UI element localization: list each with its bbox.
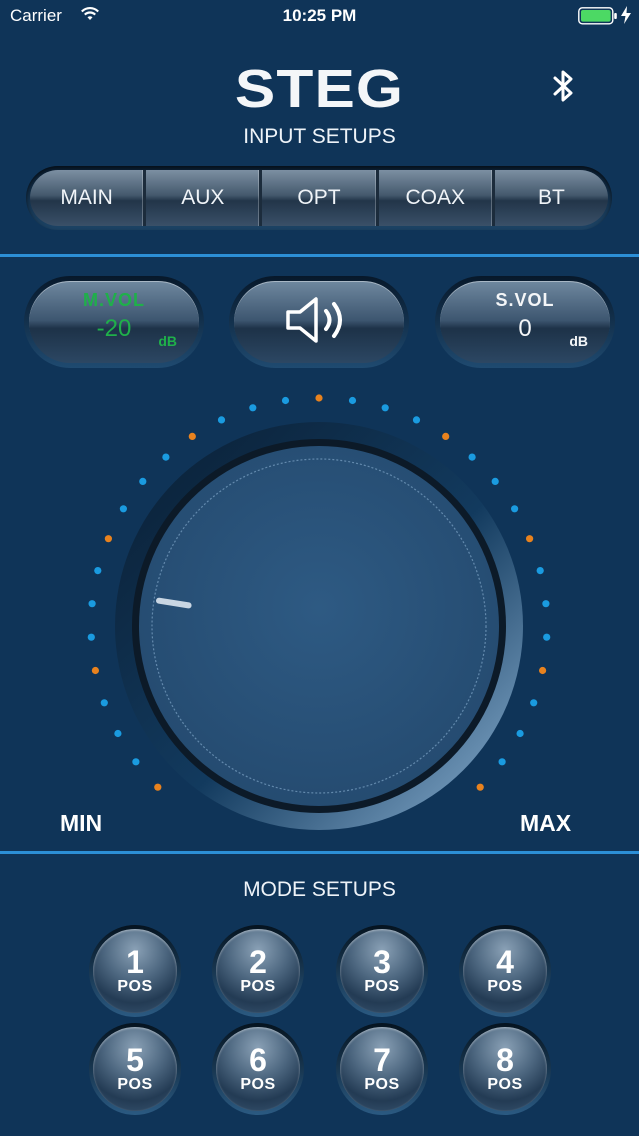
scale-dot	[249, 404, 257, 412]
input-selector: MAIN AUX OPT COAX BT	[26, 166, 612, 230]
pos-label: POS	[240, 978, 276, 995]
scale-dot	[91, 666, 99, 675]
sub-volume-button[interactable]: S.VOL 0 dB	[435, 276, 615, 368]
master-volume-unit: dB	[158, 333, 177, 349]
bluetooth-icon[interactable]	[551, 68, 577, 109]
input-setups-title: INPUT SETUPS	[243, 125, 396, 148]
pos-number: 2	[249, 944, 267, 980]
status-bar: Carrier 10:25 PM	[0, 0, 639, 34]
battery-icon	[578, 7, 618, 30]
volume-knob[interactable]	[139, 446, 499, 806]
sub-volume-unit: dB	[569, 333, 588, 349]
scale-dot	[132, 758, 140, 766]
scale-dot	[104, 535, 112, 543]
scale-dot	[87, 633, 95, 641]
pos-number: 6	[249, 1042, 267, 1078]
max-label: MAX	[520, 810, 572, 836]
scale-dot	[114, 729, 122, 738]
scale-dot	[412, 416, 421, 424]
status-time: 10:25 PM	[282, 6, 357, 25]
pos-label: POS	[240, 1076, 276, 1093]
scale-dot	[526, 535, 534, 543]
scale-dot	[491, 477, 499, 485]
pos-3-button[interactable]: 3 POS	[336, 925, 428, 1017]
pos-label: POS	[117, 1076, 153, 1093]
sub-volume-label: S.VOL	[495, 290, 555, 310]
scale-dot	[162, 453, 170, 461]
scale-dot	[511, 505, 519, 513]
pos-2-button[interactable]: 2 POS	[212, 925, 304, 1017]
min-label: MIN	[60, 810, 103, 836]
scale-dot	[94, 567, 102, 575]
input-main-button[interactable]: MAIN	[30, 170, 147, 226]
pos-number: 7	[373, 1042, 391, 1078]
pos-6-button[interactable]: 6 POS	[212, 1023, 304, 1115]
scale-dot	[539, 666, 547, 675]
scale-dot	[476, 783, 484, 791]
pos-number: 3	[373, 944, 391, 980]
scale-dot	[516, 729, 524, 738]
pos-1-button[interactable]: 1 POS	[89, 925, 181, 1017]
scale-dot	[543, 633, 551, 641]
pos-label: POS	[117, 978, 153, 995]
master-volume-label: M.VOL	[83, 290, 145, 310]
mode-setups-title: MODE SETUPS	[243, 878, 396, 901]
scale-dot	[498, 758, 506, 766]
pos-5-button[interactable]: 5 POS	[89, 1023, 181, 1115]
scale-dot	[139, 477, 147, 485]
scale-dot	[442, 432, 450, 440]
scale-dot	[348, 396, 357, 405]
scale-dot	[217, 416, 226, 424]
scale-dot	[542, 600, 550, 608]
scale-dot	[468, 453, 476, 461]
charging-bolt-icon	[621, 6, 631, 29]
pos-4-button[interactable]: 4 POS	[459, 925, 551, 1017]
pos-number: 8	[496, 1042, 514, 1078]
scale-dot	[381, 404, 389, 412]
pos-8-button[interactable]: 8 POS	[459, 1023, 551, 1115]
scale-dot	[154, 783, 162, 791]
scale-dot	[188, 432, 196, 440]
scale-dot	[119, 505, 127, 513]
scale-dot	[100, 699, 108, 707]
section-divider	[0, 851, 639, 854]
mute-button[interactable]	[229, 276, 409, 368]
master-volume-button[interactable]: M.VOL -20 dB	[24, 276, 204, 368]
pos-number: 4	[496, 944, 514, 980]
input-aux-button[interactable]: AUX	[146, 170, 263, 226]
scale-dot	[281, 396, 290, 405]
pos-number: 1	[126, 944, 144, 980]
pos-7-button[interactable]: 7 POS	[336, 1023, 428, 1115]
pos-label: POS	[364, 978, 400, 995]
speaker-icon	[284, 295, 354, 350]
steg-logo: STEG	[234, 59, 405, 119]
scale-dot	[530, 699, 538, 707]
pos-label: POS	[364, 1076, 400, 1093]
pos-label: POS	[487, 978, 523, 995]
pos-label: POS	[487, 1076, 523, 1093]
volume-knob-area	[60, 390, 580, 840]
section-divider	[0, 254, 639, 257]
pos-number: 5	[126, 1042, 144, 1078]
input-coax-button[interactable]: COAX	[379, 170, 495, 226]
scale-dot	[315, 394, 323, 402]
scale-dot	[536, 567, 544, 575]
scale-dot	[88, 600, 96, 608]
input-bt-button[interactable]: BT	[495, 170, 608, 226]
input-opt-button[interactable]: OPT	[262, 170, 379, 226]
